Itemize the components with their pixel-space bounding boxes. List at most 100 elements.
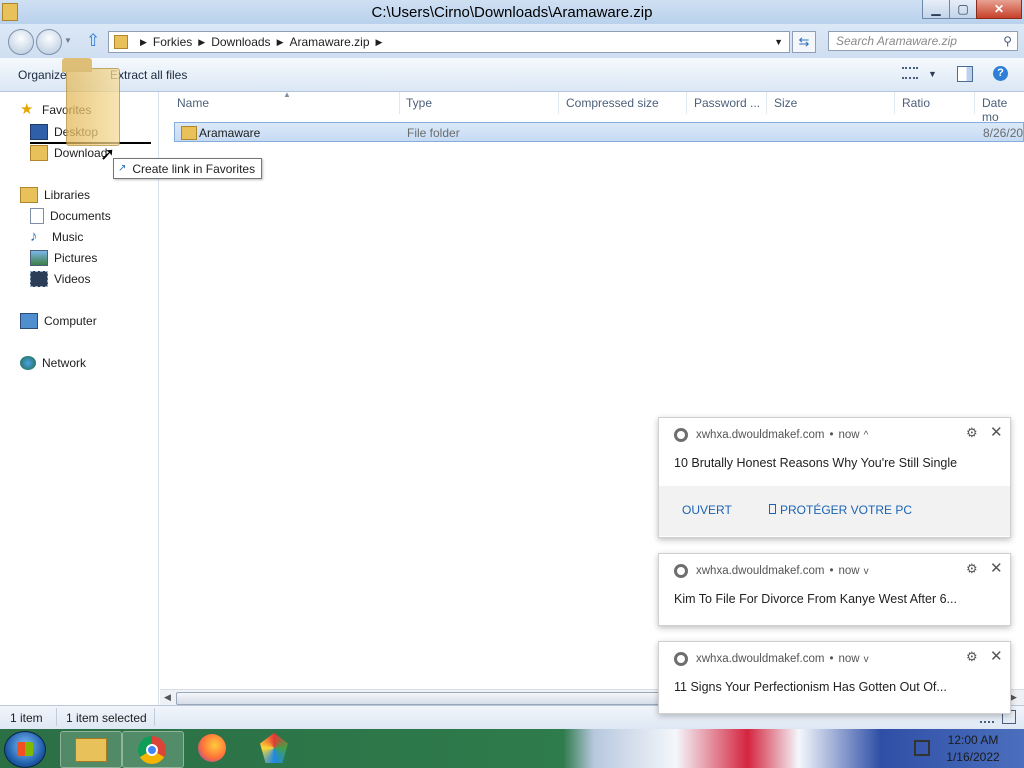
column-divider[interactable] [686, 92, 687, 114]
action-center-icon[interactable] [914, 740, 930, 756]
computer-icon [20, 313, 38, 329]
notification-2[interactable]: xwhxa.dwouldmakef.com • now v ⚙ ✕ Kim To… [658, 553, 1011, 626]
nav-network-label: Network [42, 356, 87, 370]
notification-source: xwhxa.dwouldmakef.com • now ^ [674, 428, 868, 442]
breadcrumb-arrow-icon[interactable]: ▶ [277, 37, 284, 48]
notification-title[interactable]: 11 Signs Your Perfectionism Has Gotten O… [674, 680, 947, 694]
address-bar[interactable]: ▶ Forkies ▶ Downloads ▶ Aramaware.zip ▶ … [108, 31, 790, 53]
drag-tooltip: ↗ Create link in Favorites [113, 158, 263, 179]
minimize-button[interactable]: ▁ [922, 0, 950, 19]
back-button[interactable] [8, 29, 34, 55]
nav-libraries[interactable]: Libraries [20, 185, 90, 205]
chevron-down-icon[interactable]: v [864, 654, 869, 665]
close-button[interactable]: ✕ [976, 0, 1022, 19]
chrome-icon [138, 736, 166, 764]
column-type[interactable]: Type [406, 96, 432, 110]
selection-count: 1 item selected [66, 711, 147, 725]
column-divider[interactable] [894, 92, 895, 114]
nav-music[interactable]: ♪ Music [30, 227, 83, 247]
nav-documents-label: Documents [50, 209, 111, 223]
folder-icon [114, 35, 128, 49]
taskbar-explorer[interactable] [60, 731, 122, 768]
nav-documents[interactable]: Documents [30, 206, 111, 226]
breadcrumb-arrow-icon[interactable]: ▶ [140, 37, 147, 48]
gear-icon[interactable]: ⚙ [966, 425, 978, 441]
music-note-icon: ♪ [30, 228, 38, 245]
placeholder-icon [769, 504, 776, 514]
address-row: ▼ ⇧ ▶ Forkies ▶ Downloads ▶ Aramaware.zi… [0, 24, 1024, 58]
chevron-up-icon[interactable]: ^ [864, 430, 869, 441]
navigation-pane: ★ Favorites Desktop Download Libraries D… [0, 92, 159, 705]
status-divider [56, 708, 57, 726]
scroll-left-icon[interactable]: ◀ [164, 692, 171, 703]
file-type: File folder [407, 126, 460, 140]
libraries-icon [20, 187, 38, 203]
view-options-icon[interactable] [902, 67, 918, 79]
notification-1[interactable]: xwhxa.dwouldmakef.com • now ^ ⚙ ✕ 10 Bru… [658, 417, 1011, 538]
recent-pages-chevron-icon[interactable]: ▼ [64, 36, 72, 45]
preview-pane-icon[interactable] [957, 66, 973, 82]
nav-computer[interactable]: Computer [20, 311, 97, 331]
app-icon[interactable] [260, 733, 288, 763]
column-divider[interactable] [558, 92, 559, 114]
column-divider[interactable] [766, 92, 767, 114]
breadcrumb-downloads[interactable]: Downloads [211, 35, 270, 49]
breadcrumb-arrow-icon[interactable]: ▶ [376, 37, 383, 48]
forward-button[interactable] [36, 29, 62, 55]
command-bar: Organize Extract all files ▼ ? [0, 58, 1024, 92]
notification-title[interactable]: 10 Brutally Honest Reasons Why You're St… [674, 456, 957, 470]
nav-pictures-label: Pictures [54, 251, 98, 265]
nav-network[interactable]: Network [20, 353, 86, 373]
clock-date[interactable]: 1/16/2022 [938, 750, 1008, 764]
nav-videos-label: Videos [54, 272, 91, 286]
scroll-right-icon[interactable]: ▶ [1010, 692, 1017, 703]
table-row[interactable]: Aramaware File folder 8/26/20 [174, 122, 1024, 142]
organize-menu[interactable]: Organize [18, 68, 67, 82]
search-input[interactable]: Search Aramaware.zip ⚲ [828, 31, 1018, 51]
dragged-folder-icon [62, 58, 120, 146]
close-icon[interactable]: ✕ [990, 423, 1003, 441]
notification-title[interactable]: Kim To File For Divorce From Kanye West … [674, 592, 957, 606]
chevron-down-icon[interactable]: v [864, 566, 869, 577]
clock-time[interactable]: 12:00 AM [938, 733, 1008, 747]
address-dropdown-icon[interactable]: ▼ [774, 37, 783, 47]
column-divider[interactable] [974, 92, 975, 114]
nav-downloads[interactable]: Download [30, 143, 107, 163]
breadcrumb-forkies[interactable]: Forkies [153, 35, 192, 49]
firefox-icon[interactable] [198, 734, 226, 762]
column-size[interactable]: Size [774, 96, 797, 110]
sort-ascending-icon: ▲ [283, 90, 291, 99]
downloads-folder-icon [30, 145, 48, 161]
column-ratio[interactable]: Ratio [902, 96, 930, 110]
up-arrow-icon[interactable]: ⇧ [86, 31, 100, 51]
start-button[interactable] [4, 731, 46, 768]
nav-pictures[interactable]: Pictures [30, 248, 97, 268]
open-button[interactable]: OUVERT [682, 503, 732, 517]
taskbar: 12:00 AM 1/16/2022 [0, 729, 1024, 768]
column-date-modified[interactable]: Date mo [982, 96, 1024, 124]
nav-videos[interactable]: Videos [30, 269, 90, 289]
protect-pc-button[interactable]: PROTÉGER VOTRE PC [769, 503, 912, 517]
notification-3[interactable]: xwhxa.dwouldmakef.com • now v ⚙ ✕ 11 Sig… [658, 641, 1011, 714]
star-icon: ★ [20, 101, 34, 118]
refresh-icon[interactable]: ⇆ [792, 31, 816, 53]
column-divider[interactable] [399, 92, 400, 114]
column-password[interactable]: Password ... [694, 96, 760, 110]
gear-icon[interactable]: ⚙ [966, 649, 978, 665]
taskbar-chrome[interactable] [122, 731, 184, 768]
close-icon[interactable]: ✕ [990, 559, 1003, 577]
notification-domain: xwhxa.dwouldmakef.com [696, 653, 825, 665]
search-icon[interactable]: ⚲ [1003, 34, 1012, 48]
close-icon[interactable]: ✕ [990, 647, 1003, 665]
windows-logo-icon [17, 742, 33, 756]
help-icon[interactable]: ? [993, 66, 1008, 81]
maximize-button[interactable]: ▢ [949, 0, 977, 19]
breadcrumb-arrow-icon[interactable]: ▶ [198, 37, 205, 48]
gear-icon[interactable]: ⚙ [966, 561, 978, 577]
column-compressed-size[interactable]: Compressed size [566, 96, 659, 110]
column-name[interactable]: Name [177, 96, 209, 110]
breadcrumb-aramaware[interactable]: Aramaware.zip [289, 35, 369, 49]
extract-all-button[interactable]: Extract all files [110, 68, 187, 82]
view-dropdown-icon[interactable]: ▼ [928, 69, 937, 79]
title-bar[interactable]: C:\Users\Cirno\Downloads\Aramaware.zip ▁… [0, 0, 1024, 24]
